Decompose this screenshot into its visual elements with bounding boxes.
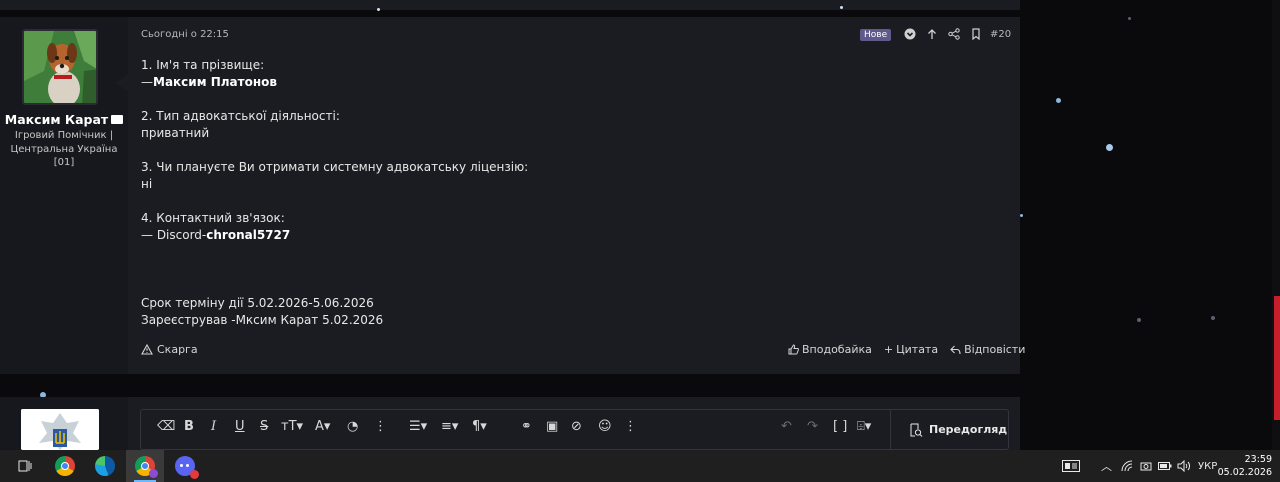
post-pointer-arrow (116, 74, 128, 92)
answer-2: приватний (141, 126, 210, 140)
strikethrough-icon[interactable]: S (260, 419, 268, 435)
clock-time: 23:59 (1244, 454, 1272, 465)
task-view-icon[interactable] (6, 450, 44, 482)
user-title-line: Центральна Україна (10, 143, 118, 155)
reply-button[interactable]: Відповісти (950, 343, 1025, 356)
bookmark-icon[interactable] (969, 28, 982, 41)
chevron-up-icon[interactable]: ︿ (1101, 450, 1112, 482)
user-title-line: Ігровий Помічник | (14, 130, 114, 141)
font-icon[interactable]: A▾ (315, 419, 330, 435)
envelope-icon[interactable] (111, 115, 124, 124)
quote-button[interactable]: + Цитата (884, 343, 938, 356)
system-clock[interactable]: 23:59 05.02.2026 (1218, 453, 1272, 479)
discord-icon[interactable] (166, 450, 204, 482)
registered-line: Зареєстрував -Мксим Карат 5.02.2026 (141, 313, 384, 327)
spoiler-icon[interactable]: ⊘ (571, 419, 582, 435)
like-button[interactable]: Вподобайка (788, 343, 872, 356)
bbcode-icon[interactable]: [ ] (833, 419, 847, 435)
post-number[interactable]: #20 (990, 29, 1011, 40)
post-date[interactable]: Сьогодні о 22:15 (141, 29, 229, 40)
warning-icon (141, 344, 153, 355)
term-line: Срок терміну дії 5.02.2026-5.06.2026 (141, 296, 374, 310)
scrollbar-thumb[interactable] (1274, 296, 1280, 420)
new-badge: Нове (860, 29, 892, 41)
username-text[interactable]: Максим Карат (5, 112, 108, 127)
link-icon[interactable]: ⚭ (521, 419, 532, 435)
windows-taskbar: ︿ УКР 23:59 05.02.2026 (0, 450, 1280, 482)
clock-date: 05.02.2026 (1217, 467, 1272, 478)
edge-icon[interactable] (86, 450, 124, 482)
forum-post: Максим Карат Ігровий Помічник | Централь… (0, 17, 1025, 374)
plus-icon: + (883, 343, 894, 356)
volume-icon[interactable] (1177, 450, 1191, 482)
answer-4: — Discord-chronal5727 (141, 228, 291, 242)
drafts-icon[interactable]: ⌹▾ (857, 419, 871, 435)
more-options-icon[interactable]: ⋮ (374, 419, 387, 435)
text-size-icon[interactable]: тT▾ (281, 419, 303, 435)
battery-icon[interactable] (1158, 450, 1172, 482)
preview-icon (910, 423, 923, 437)
news-widget-icon[interactable] (1062, 450, 1080, 482)
post-user-panel: Максим Карат Ігровий Помічник | Централь… (0, 17, 128, 374)
network-icon[interactable] (1121, 450, 1133, 482)
user-title: Ігровий Помічник | Центральна Україна [0… (0, 129, 128, 170)
like-label: Вподобайка (802, 343, 872, 356)
post-username[interactable]: Максим Карат (0, 112, 128, 127)
reply-user-panel (0, 397, 128, 450)
current-user-avatar[interactable] (21, 409, 99, 450)
italic-icon[interactable]: I (211, 419, 216, 435)
report-button[interactable]: Скарга (141, 343, 198, 356)
report-label: Скарга (157, 343, 198, 356)
emoji-icon[interactable]: ☺ (598, 419, 612, 435)
reply-editor[interactable]: ⌫ B I U S тT▾ A▾ ◔ ⋮ ☰▾ ≡▾ ¶▾ ⚭ ▣ ⊘ ☺ ⋮ … (140, 409, 1009, 450)
user-avatar[interactable] (22, 29, 98, 105)
check-circle-icon[interactable] (903, 28, 916, 41)
post-body: 1. Ім'я та прізвище: —Максим Платонов 2.… (141, 57, 528, 329)
reply-label: Відповісти (964, 343, 1026, 356)
chrome-profile-icon[interactable] (126, 450, 164, 482)
chrome-icon[interactable] (46, 450, 84, 482)
question-4: 4. Контактний зв'язок: (141, 211, 285, 225)
undo-icon[interactable]: ↶ (781, 419, 792, 435)
answer-1: —Максим Платонов (141, 75, 277, 89)
camera-icon[interactable] (1140, 450, 1152, 482)
arrow-up-icon[interactable] (925, 28, 938, 41)
page-scrollbar[interactable] (1272, 0, 1280, 450)
question-2: 2. Тип адвокатської діяльності: (141, 109, 340, 123)
reply-arrow-icon (950, 345, 961, 354)
more-options-icon[interactable]: ⋮ (624, 419, 637, 435)
post-actions: Вподобайка + Цитата Відповісти (788, 343, 1025, 356)
redo-icon[interactable]: ↷ (807, 419, 818, 435)
language-indicator[interactable]: УКР (1198, 450, 1217, 482)
question-3: 3. Чи плануєте Ви отримати системну адво… (141, 160, 529, 174)
quote-label: Цитата (896, 343, 939, 356)
palette-icon[interactable]: ◔ (347, 419, 358, 435)
answer-3: ні (141, 177, 153, 191)
page-background: Максим Карат Ігровий Помічник | Централь… (0, 0, 1280, 450)
share-icon[interactable] (947, 28, 960, 41)
list-icon[interactable]: ☰▾ (409, 419, 427, 435)
bold-icon[interactable]: B (184, 419, 194, 435)
paragraph-icon[interactable]: ¶▾ (472, 419, 487, 435)
previous-post-edge (0, 0, 1020, 10)
preview-label: Передогляд (929, 423, 1008, 436)
underline-icon[interactable]: U (235, 419, 245, 435)
image-icon[interactable]: ▣ (546, 419, 558, 435)
post-header-icons (903, 28, 982, 41)
eraser-icon[interactable]: ⌫ (157, 419, 175, 435)
quick-reply: ⌫ B I U S тT▾ A▾ ◔ ⋮ ☰▾ ≡▾ ¶▾ ⚭ ▣ ⊘ ☺ ⋮ … (0, 397, 1020, 450)
question-1: 1. Ім'я та прізвище: (141, 58, 265, 72)
preview-button[interactable]: Передогляд (890, 410, 1009, 449)
thumbs-up-icon (788, 344, 799, 355)
user-title-line: [01] (53, 157, 75, 168)
align-icon[interactable]: ≡▾ (441, 419, 458, 435)
